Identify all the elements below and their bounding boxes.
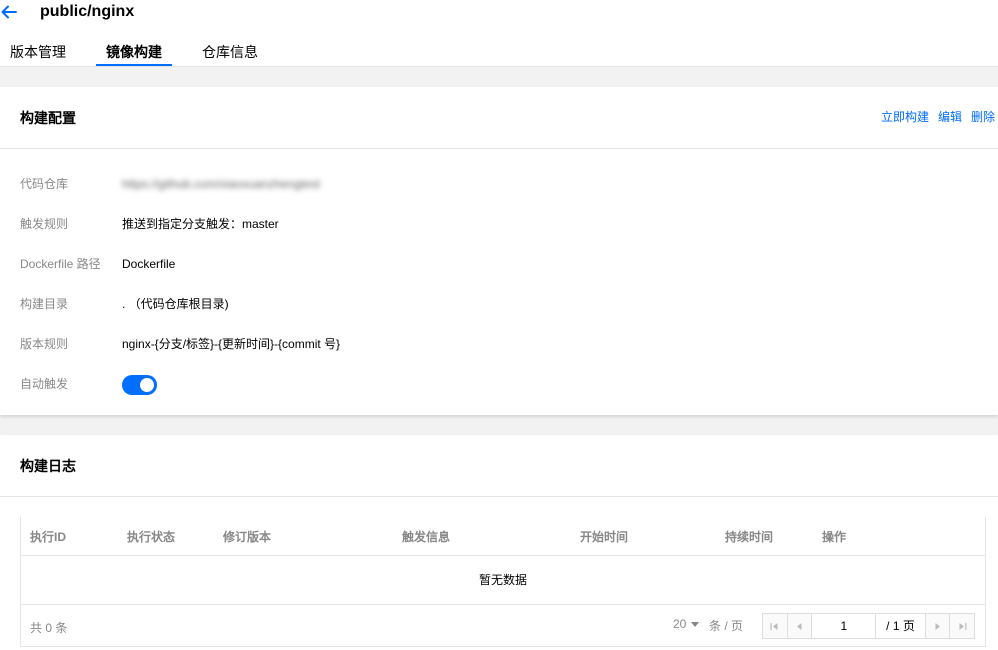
first-page-icon[interactable] (763, 614, 788, 638)
column-header: 操作 (822, 530, 847, 544)
config-row-build-directory: 构建目录 . （代码仓库根目录) (0, 294, 998, 314)
config-value: Dockerfile (122, 257, 176, 271)
tab-repository-info[interactable]: 仓库信息 (202, 42, 258, 62)
toggle-knob (140, 378, 154, 392)
build-config-header: 构建配置 立即构建 编辑 删除 (0, 87, 998, 149)
config-row-repository: 代码仓库 https://github.com/xiaoxuanzhengtes… (0, 174, 998, 194)
config-value: 推送到指定分支触发：master (122, 217, 279, 231)
page-size-value: 20 (673, 617, 687, 631)
previous-page-icon[interactable] (787, 614, 813, 638)
build-log-header: 构建日志 (0, 435, 998, 497)
config-label: 触发规则 (20, 217, 69, 231)
top-bar: public/nginx 版本管理 镜像构建 仓库信息 (0, 0, 998, 67)
back-arrow-icon[interactable] (0, 3, 18, 21)
per-page-label: 条 / 页 (709, 619, 744, 633)
pagination: 共 0 条 20 条 / 页 / 1 页 (21, 605, 985, 647)
auto-trigger-toggle[interactable] (122, 375, 157, 395)
tab-image-build[interactable]: 镜像构建 (106, 42, 162, 62)
column-header: 执行状态 (127, 530, 176, 544)
build-log-title: 构建日志 (20, 458, 76, 474)
column-header: 修订版本 (223, 530, 272, 544)
config-value: . （代码仓库根目录) (122, 297, 229, 311)
next-page-icon[interactable] (924, 614, 950, 638)
delete-button[interactable]: 删除 (971, 109, 995, 125)
config-row-dockerfile-path: Dockerfile 路径 Dockerfile (0, 254, 998, 274)
last-page-icon[interactable] (949, 614, 975, 638)
build-config-card: 构建配置 立即构建 编辑 删除 (0, 87, 998, 415)
page-navigator: / 1 页 (762, 613, 975, 639)
column-header: 开始时间 (580, 530, 629, 544)
page-title: public/nginx (40, 3, 135, 20)
column-header: 持续时间 (725, 530, 774, 544)
edit-button[interactable]: 编辑 (938, 109, 962, 125)
build-config-title: 构建配置 (20, 110, 76, 126)
build-now-button[interactable]: 立即构建 (881, 109, 929, 125)
total-count: 共 0 条 (30, 621, 68, 635)
config-label: 构建目录 (20, 297, 69, 311)
config-label: 代码仓库 (20, 177, 69, 191)
build-config-actions: 立即构建 编辑 删除 (881, 109, 995, 125)
tab-version-management[interactable]: 版本管理 (10, 42, 66, 62)
config-label: 版本规则 (20, 337, 69, 351)
repository-url: https://github.com/xiaoxuanzhengtest (122, 177, 321, 191)
empty-state: 暂无数据 (21, 556, 985, 605)
column-header: 执行ID (30, 530, 67, 544)
config-value: nginx-{分支/标签}-{更新时间}-{commit 号} (122, 337, 341, 351)
build-log-table: 执行ID 执行状态 修订版本 触发信息 开始时间 持续时间 操作 暂无数据 共 … (20, 517, 986, 647)
caret-down-icon (691, 621, 700, 627)
column-header: 触发信息 (402, 530, 451, 544)
config-label: 自动触发 (20, 377, 69, 391)
config-label: Dockerfile 路径 (20, 257, 101, 271)
config-row-version-rule: 版本规则 nginx-{分支/标签}-{更新时间}-{commit 号} (0, 334, 998, 354)
active-tab-indicator (96, 64, 172, 66)
table-header-row: 执行ID 执行状态 修订版本 触发信息 开始时间 持续时间 操作 (21, 517, 985, 556)
config-row-trigger-rule: 触发规则 推送到指定分支触发：master (0, 214, 998, 234)
page-number-input[interactable] (812, 614, 877, 638)
page-size-select[interactable]: 20 (673, 617, 700, 631)
total-pages: / 1 页 (886, 619, 915, 633)
